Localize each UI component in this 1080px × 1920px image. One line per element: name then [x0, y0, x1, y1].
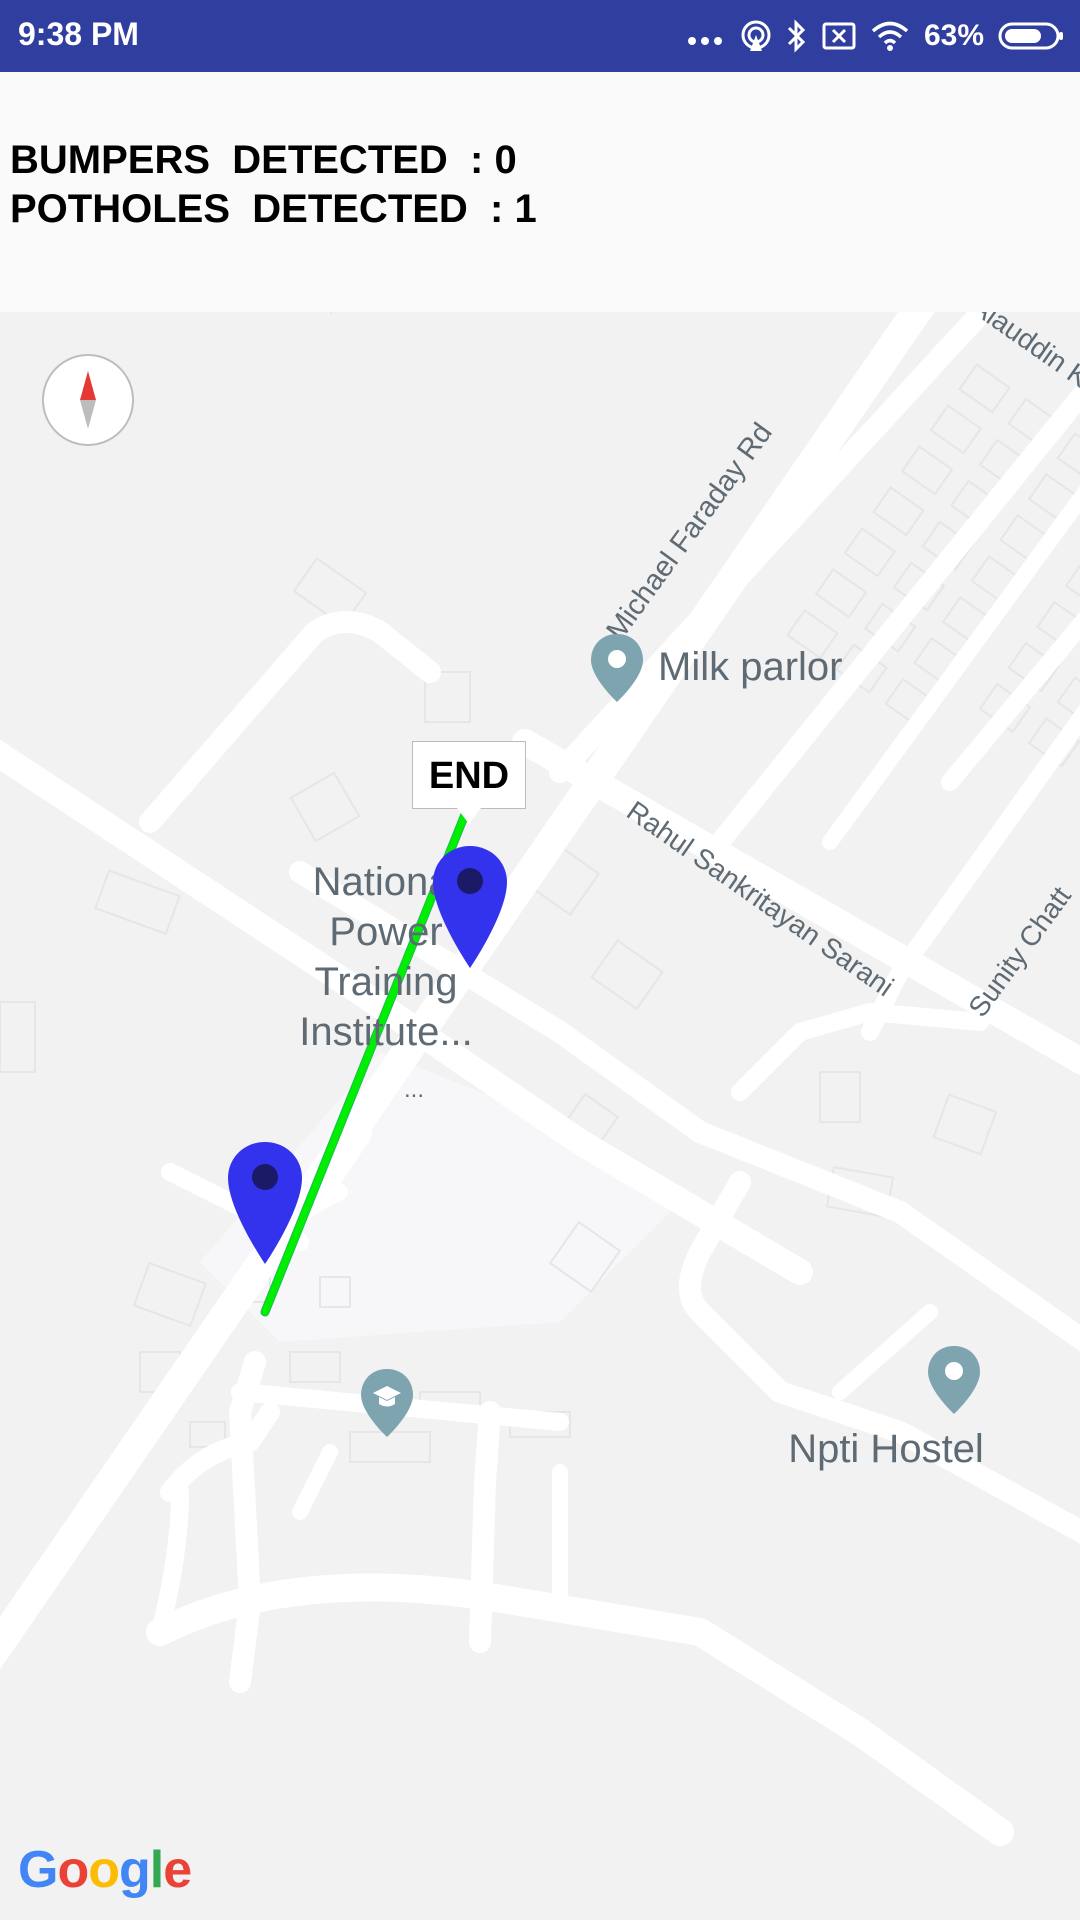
google-logo: Google: [18, 1840, 192, 1900]
google-logo-e: e: [163, 1841, 192, 1899]
end-marker-icon[interactable]: [431, 844, 509, 970]
sim-x-icon: [822, 22, 856, 50]
google-logo-g2: g: [118, 1841, 151, 1899]
start-marker-icon[interactable]: [226, 1140, 304, 1266]
more-dots-icon: [687, 37, 722, 45]
compass-icon: [80, 371, 96, 429]
wifi-icon: [871, 21, 909, 51]
google-logo-g1: G: [18, 1841, 58, 1899]
detection-summary-panel: BUMPERS DETECTED : 0 POTHOLES DETECTED :…: [0, 72, 1080, 312]
end-marker-callout: END: [412, 741, 526, 824]
potholes-detected-count: POTHOLES DETECTED : 1: [10, 187, 537, 231]
milk-parlor-pin-icon: [591, 634, 643, 702]
hotspot-icon: [741, 20, 771, 51]
map-base: [0, 312, 1080, 1846]
google-logo-o1: o: [57, 1841, 89, 1899]
bumpers-detected-count: BUMPERS DETECTED : 0: [10, 138, 517, 182]
battery-percent: 63%: [923, 19, 984, 52]
status-time: 9:38 PM: [18, 16, 139, 52]
place-label-npti-line2: Power: [329, 910, 443, 954]
bluetooth-icon: [787, 19, 806, 53]
google-logo-l: l: [149, 1841, 164, 1899]
place-label-school-ellipsis: ...: [403, 1076, 425, 1103]
status-bar: 9:38 PM 63%: [0, 0, 1080, 72]
place-label-milk-parlor: Milk parlor: [658, 645, 843, 689]
place-label-npti-line4: Institute...: [299, 1010, 473, 1054]
status-icons: 63%: [686, 12, 1064, 60]
google-logo-o2: o: [88, 1841, 120, 1899]
school-pin-icon: [361, 1369, 413, 1437]
battery-icon: [998, 22, 1063, 50]
place-label-npti-hostel: Npti Hostel: [788, 1427, 984, 1471]
map-view[interactable]: Michael Faraday Rd Rahul Sankritayan Sar…: [0, 312, 1080, 1920]
npti-hostel-pin-icon: [928, 1346, 980, 1414]
compass-button[interactable]: [42, 354, 134, 446]
